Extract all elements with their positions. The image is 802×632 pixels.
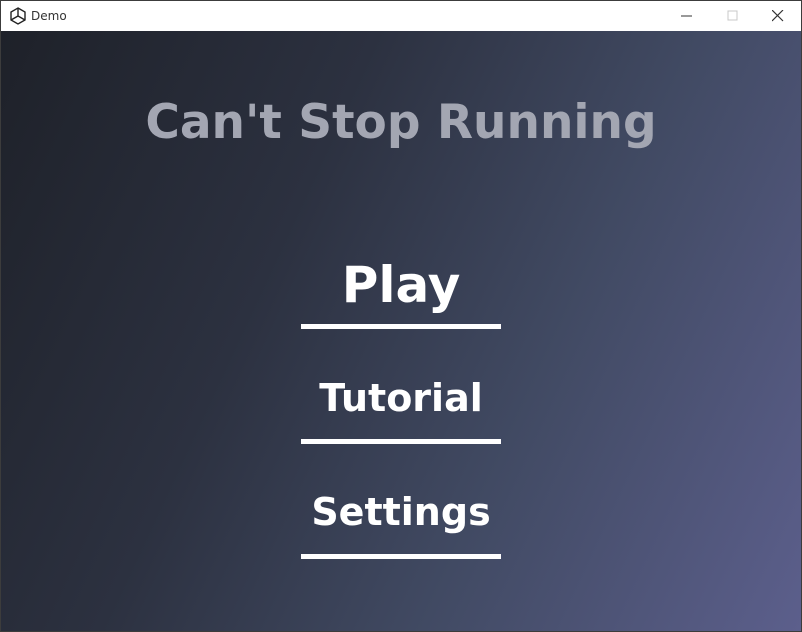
tutorial-button[interactable]: Tutorial: [301, 373, 501, 449]
close-icon: [772, 10, 784, 22]
settings-label: Settings: [311, 490, 491, 534]
app-window: Demo Can't Stop Running Play Tutorial Se…: [0, 0, 802, 632]
tutorial-underline: [301, 439, 501, 444]
play-label: Play: [341, 256, 461, 314]
minimize-icon: [681, 15, 692, 17]
title-bar[interactable]: Demo: [1, 1, 801, 31]
game-title: Can't Stop Running: [145, 95, 657, 150]
game-viewport: Can't Stop Running Play Tutorial Setting…: [1, 31, 801, 631]
settings-button[interactable]: Settings: [301, 487, 501, 563]
window-title: Demo: [31, 9, 67, 23]
play-button[interactable]: Play: [301, 253, 501, 333]
play-underline: [301, 324, 501, 329]
minimize-button[interactable]: [664, 1, 709, 31]
tutorial-label: Tutorial: [319, 376, 483, 420]
unity-logo-icon: [9, 7, 27, 25]
close-button[interactable]: [755, 1, 800, 31]
maximize-button[interactable]: [710, 1, 755, 31]
maximize-icon: [727, 10, 738, 21]
settings-underline: [301, 554, 501, 559]
